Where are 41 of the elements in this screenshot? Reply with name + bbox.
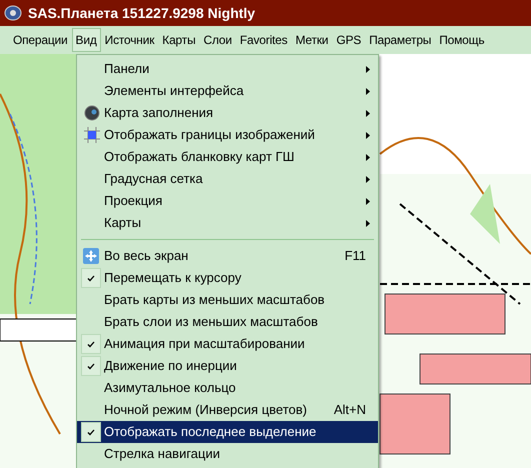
menu-item[interactable]: GPS [332, 28, 366, 52]
menu-item[interactable]: Операции [9, 28, 72, 52]
menu-entry[interactable]: Карта заполнения [77, 102, 378, 124]
menu-entry[interactable]: Во весь экран F11 [77, 245, 378, 267]
submenu-arrow-icon [366, 110, 370, 116]
submenu-arrow-icon [366, 176, 370, 182]
submenu-arrow-icon [366, 198, 370, 204]
fullscreen-icon [83, 248, 99, 264]
submenu-arrow-icon [366, 132, 370, 138]
menu-item[interactable]: Помощь [435, 28, 488, 52]
menu-item[interactable]: Метки [291, 28, 332, 52]
menu-entry[interactable]: Азимутальное кольцо [77, 377, 378, 399]
menu-item[interactable]: Вид [72, 28, 101, 52]
menu-entry[interactable]: Отображать границы изображений [77, 124, 378, 146]
menu-item[interactable]: Параметры [365, 28, 436, 52]
globe-icon [84, 105, 100, 121]
submenu-arrow-icon [366, 88, 370, 94]
menu-item[interactable]: Слои [200, 28, 236, 52]
menu-item[interactable]: Favorites [236, 28, 292, 52]
submenu-arrow-icon [366, 154, 370, 160]
menu-entry[interactable]: Отображать последнее выделение [77, 421, 378, 443]
menu-entry[interactable]: Брать карты из меньших масштабов [77, 289, 378, 311]
submenu-arrow-icon [366, 220, 370, 226]
grid-icon [84, 127, 100, 143]
menu-entry[interactable]: Ночной режим (Инверсия цветов) Alt+N [77, 399, 378, 421]
window-title: SAS.Планета 151227.9298 Nightly [28, 4, 256, 23]
menu-entry[interactable]: Отображать бланковку карт ГШ [77, 146, 378, 168]
submenu-arrow-icon [366, 66, 370, 72]
menu-entry[interactable]: Проекция [77, 190, 378, 212]
menu-entry[interactable]: Элементы интерфейса [77, 80, 378, 102]
menu-entry[interactable]: Стрелка навигации [77, 443, 378, 465]
menu-entry[interactable]: Движение по инерции [77, 355, 378, 377]
menu-entry[interactable]: Перемещать к курсору [77, 267, 378, 289]
menu-entry[interactable]: Градусная сетка [77, 168, 378, 190]
menu-entry[interactable]: Панели [77, 58, 378, 80]
menu-item[interactable]: Источник [100, 28, 158, 52]
menu-entry[interactable]: Анимация при масштабировании [77, 333, 378, 355]
menu-item[interactable]: Карты [158, 28, 200, 52]
menu-entry[interactable]: Карты [77, 212, 378, 234]
menu-entry[interactable]: Брать слои из меньших масштабов [77, 311, 378, 333]
app-logo-icon [4, 5, 22, 21]
